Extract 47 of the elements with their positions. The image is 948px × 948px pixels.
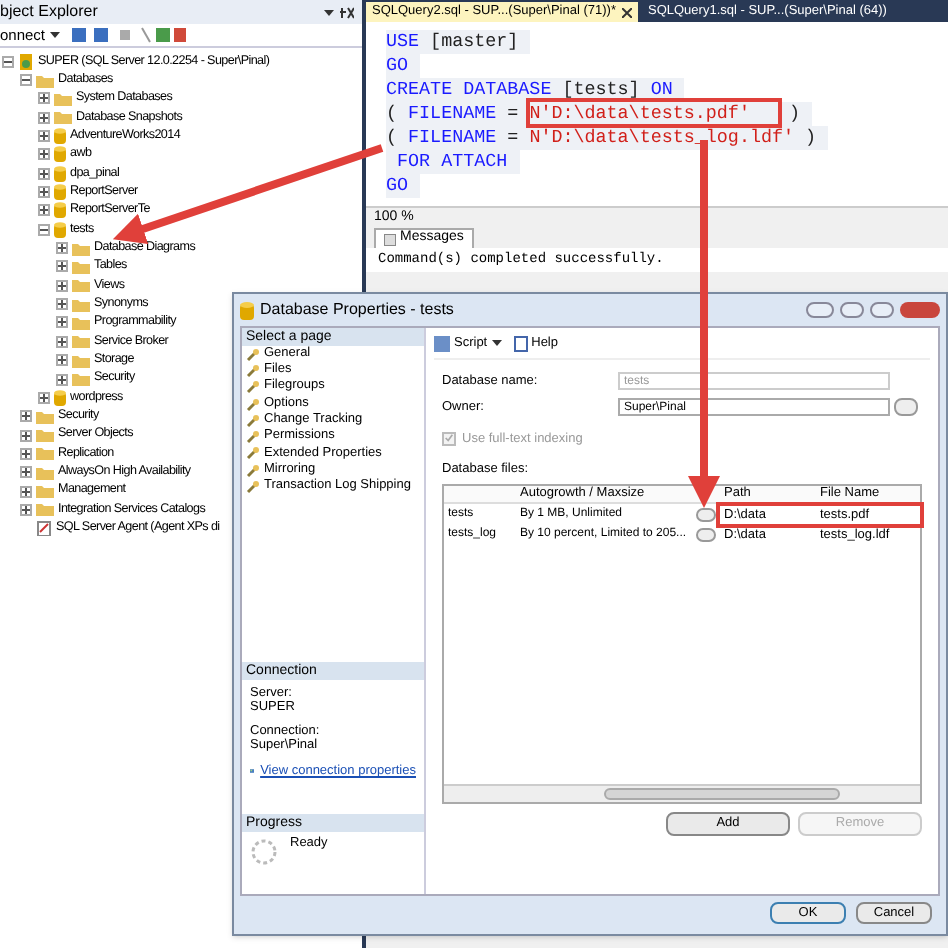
expand-icon[interactable] bbox=[56, 335, 68, 348]
caret-icon bbox=[49, 32, 60, 38]
expand-icon[interactable] bbox=[56, 316, 68, 329]
expand-icon[interactable] bbox=[20, 410, 32, 423]
expand-icon[interactable] bbox=[56, 354, 68, 367]
script-icon bbox=[434, 335, 450, 351]
database-icon bbox=[54, 389, 66, 406]
help-icon bbox=[513, 335, 528, 351]
expand-icon[interactable] bbox=[20, 485, 32, 498]
spinner-icon bbox=[250, 838, 278, 866]
scrollbar-thumb[interactable] bbox=[604, 788, 840, 800]
expand-icon[interactable] bbox=[38, 111, 50, 124]
database-icon bbox=[240, 301, 254, 319]
expand-icon[interactable] bbox=[56, 373, 68, 386]
expand-icon[interactable] bbox=[38, 391, 50, 404]
caret-icon bbox=[491, 340, 502, 346]
toolbar-icons[interactable] bbox=[67, 26, 188, 44]
expand-icon[interactable] bbox=[38, 204, 50, 217]
code-editor[interactable]: USE [master] GO CREATE DATABASE [tests] ON ( FILENAME = N'D:\data\tests.pdf' ) ( FILENAME = N'D:\data\tests_log.ldf' ) FOR ATTACH GO bbox=[366, 22, 948, 206]
horizontal-scrollbar[interactable] bbox=[444, 784, 920, 802]
restore-button[interactable] bbox=[806, 302, 834, 318]
dialog-title: Database Properties - tests bbox=[260, 302, 454, 318]
expand-icon[interactable] bbox=[38, 148, 50, 161]
server-icon bbox=[18, 53, 34, 70]
expand-icon[interactable] bbox=[20, 503, 32, 516]
collapse-icon[interactable] bbox=[20, 74, 32, 87]
expand-icon[interactable] bbox=[38, 167, 50, 180]
expand-icon[interactable] bbox=[20, 447, 32, 460]
expand-icon[interactable] bbox=[38, 92, 50, 105]
panel-title: bject Explorer bbox=[0, 4, 98, 20]
close-button[interactable] bbox=[900, 302, 940, 318]
agent-icon bbox=[36, 520, 52, 537]
expand-icon[interactable] bbox=[20, 466, 32, 479]
expand-icon[interactable] bbox=[56, 260, 68, 273]
pin-icon[interactable] bbox=[322, 5, 354, 19]
collapse-icon[interactable] bbox=[38, 223, 50, 236]
minimize-button[interactable] bbox=[840, 302, 864, 318]
expand-icon[interactable] bbox=[38, 130, 50, 143]
expand-icon[interactable] bbox=[56, 242, 68, 255]
close-icon[interactable] bbox=[622, 7, 632, 17]
collapse-icon[interactable] bbox=[2, 55, 14, 68]
expand-icon[interactable] bbox=[56, 298, 68, 311]
expand-icon[interactable] bbox=[20, 429, 32, 442]
expand-icon[interactable] bbox=[38, 186, 50, 199]
expand-icon[interactable] bbox=[56, 279, 68, 292]
maximize-button[interactable] bbox=[870, 302, 894, 318]
browse-button[interactable] bbox=[894, 398, 918, 417]
